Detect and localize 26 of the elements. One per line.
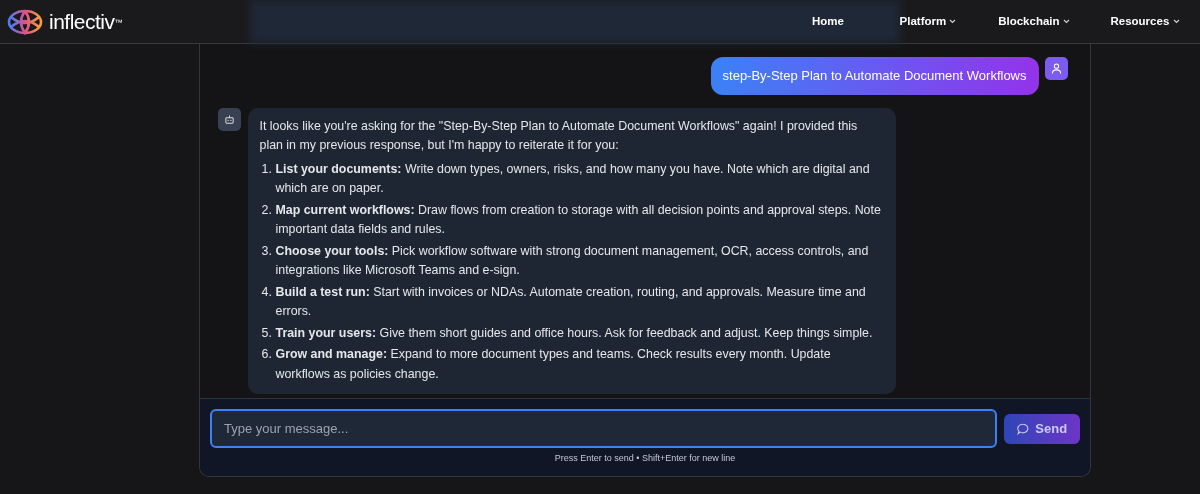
bot-avatar-icon [218, 107, 241, 131]
hint-text: Press Enter to send • Shift+Enter for new line [553, 452, 737, 465]
message-paragraph: It looks like you're asking for the "Step-By-Step Plan to Automate Document Workflows" again! I provided this plan in my previous response, but I'm happy to reiterate it for you: [259, 117, 859, 154]
step-number: 3. [261, 242, 273, 260]
brand-name[interactable]: inflectiv$^{™}$ [49, 5, 123, 38]
chat-bubble-icon [1016, 422, 1029, 435]
step-number: 5. [261, 324, 273, 342]
logo-icon [6, 8, 43, 35]
step-text: Map current workflows: Draw flows from creation to storage with all decision points and approval steps. Note important data fields and rules. [275, 201, 882, 238]
step-text: List your documents: Write down types, owners, risks, and how many you have. Note which are digital and which are on paper. [275, 160, 871, 197]
step-number: 4. [261, 283, 273, 301]
message-input[interactable]: Type your message... [210, 409, 998, 448]
nav-link[interactable]: Blockchain [978, 12, 1090, 31]
nav-link[interactable]: Resources [1090, 12, 1200, 31]
step-number: 2. [261, 201, 273, 219]
step-number: 6. [261, 346, 273, 363]
step-number: 1. [261, 160, 273, 178]
nav-link[interactable]: Home [778, 12, 878, 31]
send-button[interactable]: Send [1003, 413, 1080, 444]
user-avatar-icon [1045, 57, 1068, 80]
step-text: Grow and manage: Expand to more document types and teams. Check results every month. Update workflows as policies change. [275, 346, 832, 383]
step-text: Build a test run: Start with invoices or NDAs. Automate creation, routing, and approvals. Measure time and errors. [275, 283, 867, 320]
step-text: Train your users: Give them short guides and office hours. Ask for feedback and adjust. Keep things simple. [275, 324, 873, 342]
step-text: Choose your tools: Pick workflow software with strong document management, OCR, access controls, and integrations like Microsoft Teams and e-sign. [275, 242, 870, 279]
user-message: step-By-Step Plan to Automate Document Workflows [710, 57, 1039, 95]
nav-link[interactable]: Platform [878, 12, 978, 31]
